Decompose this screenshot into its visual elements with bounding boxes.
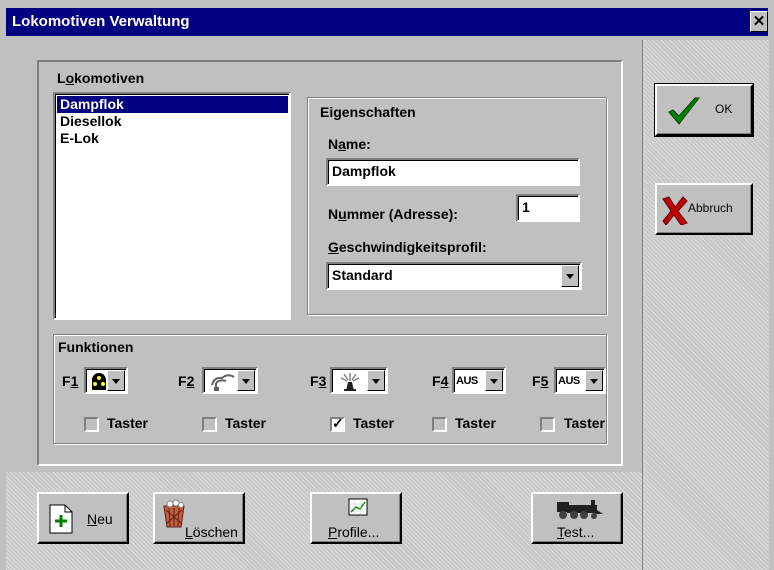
name-label: Name: xyxy=(328,136,371,152)
chart-icon xyxy=(348,498,368,516)
right-panel: OK Abbruch xyxy=(642,40,769,570)
f4-select-value: AUS xyxy=(456,375,478,387)
chevron-down-icon[interactable] xyxy=(107,370,125,391)
main-panel: Lokomotiven Dampflok Diesellok E-Lok Eig… xyxy=(37,60,623,466)
eigenschaften-title: Eigenschaften xyxy=(320,104,416,120)
f4-select[interactable]: AUS xyxy=(452,367,506,394)
nummer-input[interactable]: 1 xyxy=(516,194,580,222)
f1-taster-label: Taster xyxy=(107,415,148,431)
name-input[interactable]: Dampflok xyxy=(326,158,580,186)
cancel-x-icon xyxy=(662,196,688,225)
f3-taster-checkbox[interactable] xyxy=(330,415,345,432)
chevron-down-icon[interactable] xyxy=(485,370,503,391)
lokomotiven-listbox[interactable]: Dampflok Diesellok E-Lok xyxy=(53,92,291,320)
list-item[interactable]: Dampflok xyxy=(57,96,288,113)
f5-taster-checkbox[interactable] xyxy=(540,417,555,432)
abbruch-button[interactable]: Abbruch xyxy=(655,183,753,235)
trash-icon xyxy=(163,499,185,528)
ok-label: OK xyxy=(715,102,733,116)
abbruch-label: Abbruch xyxy=(688,201,733,215)
f2-taster-checkbox[interactable] xyxy=(202,417,217,432)
neu-button[interactable]: Neu xyxy=(37,492,129,544)
nummer-input-value: 1 xyxy=(522,199,530,215)
f3-label: F3 xyxy=(310,373,327,389)
funktionen-group: Funktionen F1 Taster F2 Taster F3 ✓ Tast… xyxy=(53,334,607,444)
chevron-down-icon[interactable] xyxy=(561,265,579,287)
f5-select[interactable]: AUS xyxy=(554,367,606,394)
f1-label: F1 xyxy=(62,373,79,389)
f5-select-value: AUS xyxy=(558,375,580,387)
f3-select[interactable] xyxy=(330,367,388,394)
profile-label: Profile... xyxy=(328,524,380,540)
test-label: Test... xyxy=(557,524,595,540)
f2-label: F2 xyxy=(178,373,195,389)
profile-button[interactable]: Profile... xyxy=(310,492,402,544)
f4-label: F4 xyxy=(432,373,449,389)
profil-label: Geschwindigkeitsprofil: xyxy=(328,239,487,255)
list-item[interactable]: Diesellok xyxy=(57,113,121,130)
light-icon xyxy=(92,373,106,390)
f4-taster-label: Taster xyxy=(455,415,496,431)
horn-icon xyxy=(340,373,360,391)
profil-select[interactable]: Standard xyxy=(326,262,582,290)
bottom-panel: Neu Löschen Profile... Test... xyxy=(6,472,642,570)
f4-taster-checkbox[interactable] xyxy=(432,417,447,432)
chevron-down-icon[interactable] xyxy=(585,370,603,391)
chevron-down-icon[interactable] xyxy=(237,370,255,391)
title-bar: Lokomotiven Verwaltung ✕ xyxy=(6,8,768,36)
lokomotiven-label: Lokomotiven xyxy=(57,70,145,86)
locomotive-icon xyxy=(557,500,603,519)
list-item[interactable]: E-Lok xyxy=(57,130,99,147)
f2-select[interactable] xyxy=(202,367,258,394)
funktionen-title: Funktionen xyxy=(58,339,134,355)
new-document-icon xyxy=(49,504,73,534)
neu-label: Neu xyxy=(87,511,113,527)
window-title: Lokomotiven Verwaltung xyxy=(12,13,190,30)
f1-taster-checkbox[interactable] xyxy=(84,417,99,432)
f3-taster-label: Taster xyxy=(353,415,394,431)
f1-select[interactable] xyxy=(84,367,128,394)
close-button[interactable]: ✕ xyxy=(750,11,768,32)
profil-select-value: Standard xyxy=(332,267,393,283)
name-input-value: Dampflok xyxy=(332,163,396,179)
f5-label: F5 xyxy=(532,373,549,389)
f5-taster-label: Taster xyxy=(564,415,605,431)
steam-icon xyxy=(211,374,235,391)
loeschen-label: Löschen xyxy=(185,524,238,540)
f2-taster-label: Taster xyxy=(225,415,266,431)
dialog-window: Lokomotiven Verwaltung ✕ Lokomotiven Dam… xyxy=(0,0,774,570)
test-button[interactable]: Test... xyxy=(531,492,623,544)
ok-button[interactable]: OK xyxy=(654,83,754,137)
nummer-label: Nummer (Adresse): xyxy=(328,206,458,222)
checkmark-icon xyxy=(668,97,701,125)
chevron-down-icon[interactable] xyxy=(367,370,385,391)
loeschen-button[interactable]: Löschen xyxy=(153,492,245,544)
eigenschaften-group: Eigenschaften Name: Dampflok Nummer (Adr… xyxy=(307,97,607,315)
